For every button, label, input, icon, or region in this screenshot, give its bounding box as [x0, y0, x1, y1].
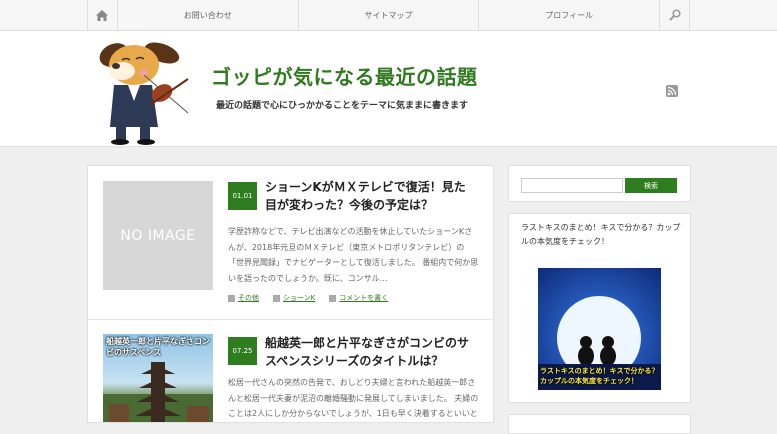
comment-icon — [329, 294, 337, 302]
top-navigation: お問い合わせ サイトマップ プロフィール — [0, 0, 777, 31]
tag-icon — [273, 294, 280, 302]
sidebar-article-widget: ラストキスのまとめ！キスで分かる？カップルの本気度をチェック！ ラストキスのまと… — [508, 213, 691, 403]
sidebar-next-widget — [508, 414, 691, 434]
home-icon — [96, 9, 109, 21]
rss-glyph — [667, 86, 677, 96]
tag-link[interactable]: ショーンK — [273, 293, 315, 303]
post-meta: その他 ショーンK コメントを書く — [228, 293, 388, 303]
search-icon — [668, 9, 681, 21]
site-description: 最近の話題で心にひっかかることをテーマに気ままに書きます — [216, 101, 469, 111]
post-title[interactable]: ショーンKがＭＸテレビで復活！見た目が変わった？今後の予定は？ — [265, 178, 477, 214]
post-item: 船越英一郎と片平なぎさコンビのサスペンス 07.25 船越英一郎と片平なぎさがコ… — [88, 320, 493, 422]
rss-icon[interactable] — [666, 85, 678, 97]
post-thumbnail[interactable]: 船越英一郎と片平なぎさコンビのサスペンス — [103, 334, 213, 422]
search-button[interactable]: 検索 — [625, 178, 677, 193]
site-title[interactable]: ゴッピが気になる最近の話題 — [211, 61, 478, 90]
nav-bar: お問い合わせ サイトマップ プロフィール — [87, 0, 691, 30]
widget-image[interactable]: ラストキスのまとめ！キスで分かる？カップルの本気度をチェック！ — [538, 268, 661, 390]
nav-search[interactable] — [660, 0, 691, 30]
no-image-label: NO IMAGE — [120, 227, 196, 244]
sidebar-search-widget: 検索 — [508, 165, 691, 202]
widget-image-caption: ラストキスのまとめ！キスで分かる？カップルの本気度をチェック！ — [540, 367, 659, 385]
thumbnail-caption: 船越英一郎と片平なぎさコンビのサスペンス — [106, 337, 210, 357]
post-title[interactable]: 船越英一郎と片平なぎさがコンビのサスペンスシリーズのタイトルは？ — [265, 334, 477, 370]
folder-icon — [228, 294, 235, 302]
dog-violin-mascot[interactable] — [92, 35, 194, 145]
post-list: NO IMAGE 01.01 ショーンKがＭＸテレビで復活！見た目が変わった？今… — [87, 165, 494, 423]
post-item: NO IMAGE 01.01 ショーンKがＭＸテレビで復活！見た目が変わった？今… — [88, 166, 493, 320]
search-input[interactable] — [521, 178, 623, 193]
nav-item-sitemap[interactable]: サイトマップ — [299, 0, 480, 30]
widget-title[interactable]: ラストキスのまとめ！キスで分かる？カップルの本気度をチェック！ — [521, 221, 681, 249]
site-header: ゴッピが気になる最近の話題 最近の話題で心にひっかかることをテーマに気ままに書き… — [0, 31, 777, 147]
comment-link[interactable]: コメントを書く — [329, 293, 388, 303]
post-date: 01.01 — [228, 182, 257, 210]
category-link[interactable]: その他 — [228, 293, 259, 303]
post-date: 07.25 — [228, 337, 257, 365]
nav-home[interactable] — [88, 0, 118, 30]
post-excerpt: 松居一代さんの突然の告発で、おしどり夫婦と言われた船越英一郎さんと松居一代夫妻が… — [228, 378, 479, 418]
post-excerpt: 学歴詐称などで、テレビ出演などの活動を休止していたショーンKさんが、2018年元… — [228, 227, 479, 283]
nav-item-contact[interactable]: お問い合わせ — [118, 0, 299, 30]
post-thumbnail[interactable]: NO IMAGE — [103, 181, 213, 290]
nav-item-profile[interactable]: プロフィール — [479, 0, 661, 30]
